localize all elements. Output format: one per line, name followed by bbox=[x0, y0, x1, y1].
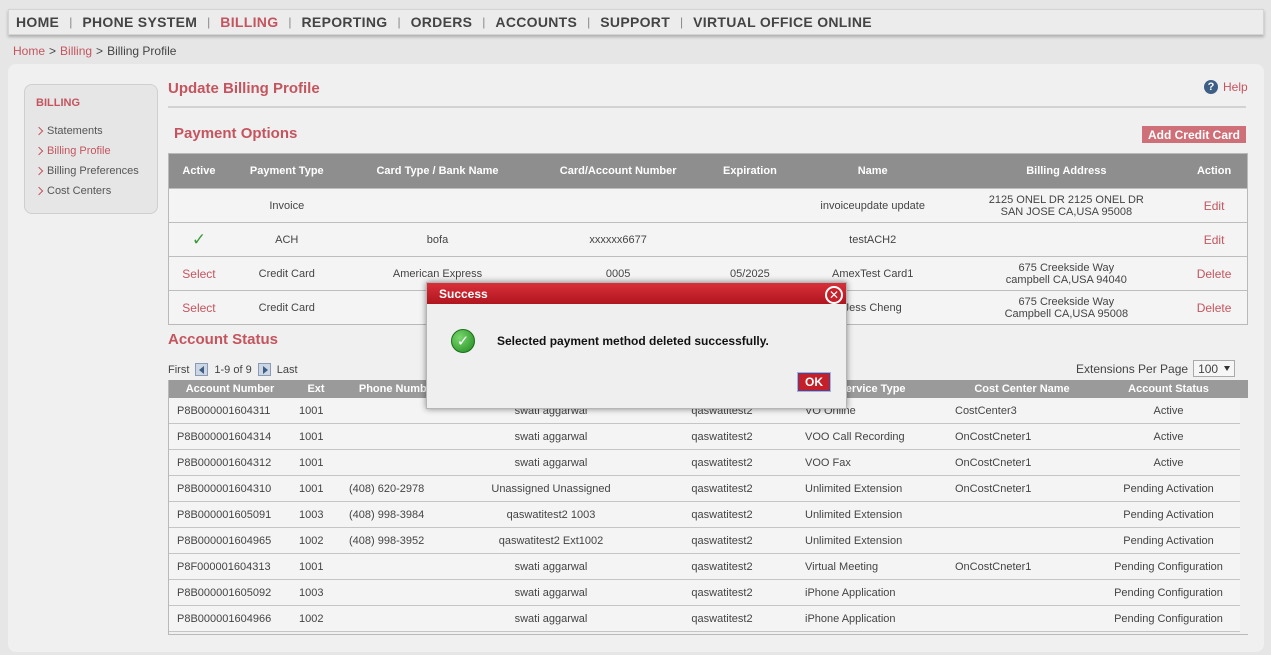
dialog-title: Success bbox=[439, 286, 488, 301]
dialog-title-bar: Success ✕ bbox=[427, 283, 846, 304]
modal-overlay: Success ✕ ✓ Selected payment method dele… bbox=[0, 0, 1271, 655]
close-icon[interactable]: ✕ bbox=[825, 286, 843, 304]
ok-button[interactable]: OK bbox=[797, 372, 831, 392]
check-circle-icon: ✓ bbox=[451, 329, 475, 353]
success-dialog: Success ✕ ✓ Selected payment method dele… bbox=[426, 282, 847, 409]
dialog-message: Selected payment method deleted successf… bbox=[497, 334, 769, 348]
